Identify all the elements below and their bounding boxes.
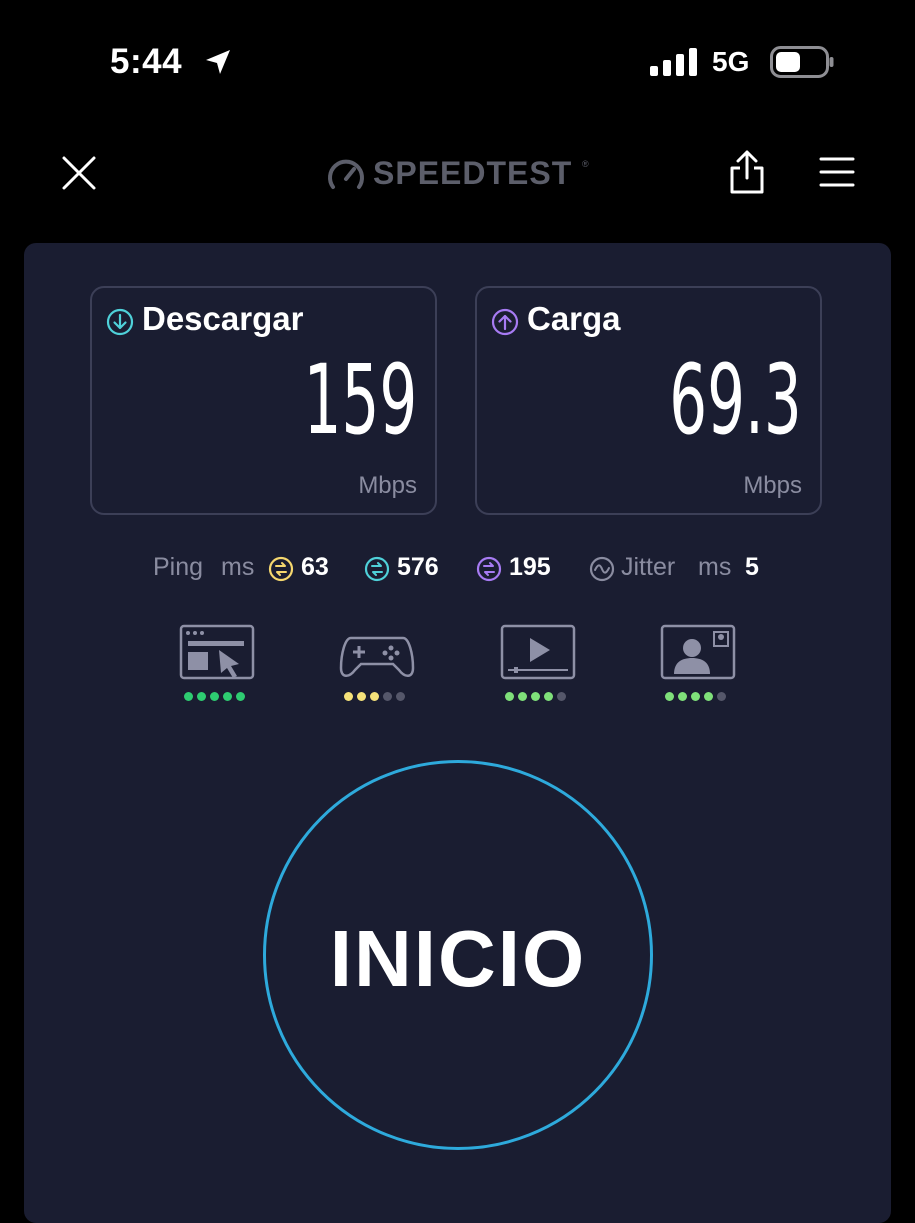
menu-icon[interactable] — [818, 154, 856, 190]
start-test-label: INICIO — [329, 914, 587, 1003]
rating-dot-empty — [557, 692, 566, 701]
rating-dot-filled — [518, 692, 527, 701]
rating-dot-empty — [717, 692, 726, 701]
rating-dot-filled — [184, 692, 193, 701]
jitter-icon — [589, 556, 615, 582]
rating-dot-filled — [531, 692, 540, 701]
video-call-rating — [665, 692, 726, 701]
rating-dot-filled — [210, 692, 219, 701]
download-speed-value: 159 — [303, 344, 417, 456]
rating-dot-filled — [236, 692, 245, 701]
ping-idle-value: 63 — [301, 553, 329, 581]
rating-dot-filled — [197, 692, 206, 701]
video-call-icon — [660, 624, 736, 680]
arrow-up-circle-icon — [491, 308, 519, 336]
rating-dot-empty — [383, 692, 392, 701]
ping-unit: ms — [221, 553, 255, 581]
rating-dot-filled — [704, 692, 713, 701]
upload-unit: Mbps — [743, 472, 802, 499]
gaming-rating — [344, 692, 405, 701]
status-time: 5:44 — [110, 42, 183, 81]
web-browsing-rating — [184, 692, 245, 701]
rating-dot-filled — [370, 692, 379, 701]
video-streaming-icon — [500, 624, 576, 680]
location-arrow-icon — [206, 50, 230, 74]
video-streaming-rating — [505, 692, 566, 701]
upload-speed-value: 69.3 — [669, 344, 802, 456]
web-browsing-icon — [179, 624, 255, 680]
rating-dot-empty — [396, 692, 405, 701]
jitter-label: Jitter — [621, 553, 676, 581]
signal-bars-icon — [650, 48, 697, 76]
jitter-value: 5 — [745, 553, 759, 581]
rating-dot-filled — [665, 692, 674, 701]
ping-download-value: 576 — [397, 553, 439, 581]
download-result-card: Descargar 159 Mbps — [90, 286, 437, 515]
upload-result-card: Carga 69.3 Mbps — [475, 286, 822, 515]
battery-icon — [770, 46, 834, 78]
rating-dot-filled — [678, 692, 687, 701]
app-logo-text: SPEEDTEST — [373, 155, 573, 191]
arrow-down-circle-icon — [106, 308, 134, 336]
download-label: Descargar — [142, 300, 304, 337]
ping-upload-value: 195 — [509, 553, 551, 581]
share-icon[interactable] — [727, 148, 767, 196]
download-unit: Mbps — [358, 472, 417, 499]
logo-registered-mark: ® — [582, 159, 589, 169]
network-type: 5G — [712, 46, 750, 77]
ping-label: Ping — [153, 553, 204, 581]
jitter-unit: ms — [698, 553, 732, 581]
gaming-controller-icon — [339, 636, 415, 677]
rating-dot-filled — [505, 692, 514, 701]
rating-dot-filled — [691, 692, 700, 701]
upload-label: Carga — [527, 300, 621, 337]
rating-dot-filled — [357, 692, 366, 701]
download-latency-icon — [364, 556, 390, 582]
rating-dot-filled — [223, 692, 232, 701]
close-icon[interactable] — [58, 152, 100, 194]
idle-latency-icon — [268, 556, 294, 582]
rating-dot-filled — [344, 692, 353, 701]
upload-latency-icon — [476, 556, 502, 582]
speedometer-icon — [328, 159, 364, 189]
start-test-button[interactable]: INICIO — [263, 760, 653, 1150]
rating-dot-filled — [544, 692, 553, 701]
